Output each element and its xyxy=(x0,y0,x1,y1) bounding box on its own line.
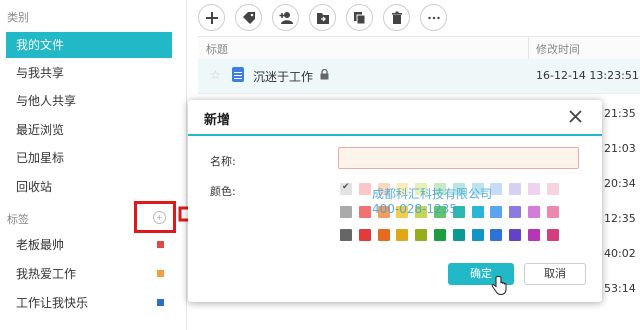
category-title: 类别 xyxy=(7,11,29,24)
watermark: 成都科汇科技有限公司 400-028-1235 xyxy=(372,187,492,217)
sidebar-item-starred[interactable]: 已加星标 xyxy=(6,145,172,171)
tag-color-swatch xyxy=(157,241,164,248)
watermark-company: 成都科汇科技有限公司 xyxy=(372,187,493,201)
color-swatch[interactable] xyxy=(452,229,465,241)
name-input[interactable] xyxy=(338,147,579,169)
header-divider xyxy=(528,37,529,59)
color-swatch[interactable] xyxy=(358,183,371,195)
modified-time: 16-12-14 13:23:51 xyxy=(536,69,639,82)
modified-time: 53:14 xyxy=(604,282,636,295)
plus-icon[interactable] xyxy=(198,4,225,31)
modified-time: 20:34 xyxy=(604,177,636,190)
color-swatch[interactable] xyxy=(509,183,522,195)
tags-title: 标签 xyxy=(7,213,29,226)
sidebar-item-recent[interactable]: 最近浏览 xyxy=(6,117,172,143)
dialog-title: 新增 xyxy=(204,113,231,128)
color-swatch[interactable] xyxy=(528,206,540,218)
tag-icon[interactable] xyxy=(235,4,262,31)
color-swatch[interactable] xyxy=(546,229,559,241)
modified-time: 21:35 xyxy=(604,107,636,120)
check-icon: ✔ xyxy=(342,182,350,192)
color-swatch[interactable] xyxy=(358,206,371,218)
tag-item[interactable]: 工作让我快乐 xyxy=(6,290,172,316)
lock-icon xyxy=(320,69,329,80)
color-swatch[interactable] xyxy=(415,229,428,241)
document-icon xyxy=(232,67,244,82)
modified-time: 12:35 xyxy=(604,212,636,225)
color-swatch[interactable] xyxy=(546,183,559,195)
color-swatch[interactable] xyxy=(509,206,522,218)
color-swatch[interactable] xyxy=(490,206,503,218)
color-swatch[interactable] xyxy=(471,229,484,241)
new-tag-dialog: 新增 名称: 颜色: ✔ 成都科汇科技有限公司 400-028-1235 确定 … xyxy=(188,100,602,302)
cancel-button[interactable]: 取消 xyxy=(524,263,586,285)
highlight-box xyxy=(134,201,176,233)
dialog-title-underline xyxy=(188,134,602,136)
more-icon[interactable] xyxy=(420,4,447,31)
color-swatch[interactable]: ✔ xyxy=(340,182,352,195)
color-swatch[interactable] xyxy=(528,183,540,195)
color-swatch[interactable] xyxy=(377,229,390,241)
color-swatch[interactable] xyxy=(490,183,503,195)
hand-cursor-icon xyxy=(491,276,507,296)
sidebar-item-shared-with-me[interactable]: 与我共享 xyxy=(6,60,172,86)
tag-color-swatch xyxy=(157,270,164,277)
watermark-phone: 400-028-1235 xyxy=(372,202,458,216)
color-swatch[interactable] xyxy=(509,229,522,241)
file-name[interactable]: 沉迷于工作 xyxy=(253,68,313,85)
tag-item[interactable]: 我热爱工作 xyxy=(6,261,172,287)
tag-color-swatch xyxy=(157,299,164,306)
star-icon[interactable]: ☆ xyxy=(210,68,221,82)
color-swatch[interactable] xyxy=(434,229,446,241)
header-modified-time[interactable]: 修改时间 xyxy=(536,41,580,57)
table-row[interactable]: ☆ 沉迷于工作 16-12-14 13:23:51 xyxy=(198,59,640,94)
list-header: 标题 修改时间 xyxy=(198,36,640,60)
tag-label: 我热爱工作 xyxy=(16,267,77,281)
modified-time: 21:03 xyxy=(604,142,636,155)
tag-label: 工作让我快乐 xyxy=(16,296,89,310)
color-swatch[interactable] xyxy=(340,206,352,218)
tag-item[interactable]: 老板最帅 xyxy=(6,232,172,258)
modified-time: 40:02 xyxy=(604,247,636,260)
color-swatch[interactable] xyxy=(528,229,540,241)
header-title[interactable]: 标题 xyxy=(206,41,228,57)
color-swatch[interactable] xyxy=(490,229,503,241)
close-icon[interactable] xyxy=(569,110,582,123)
tag-label: 老板最帅 xyxy=(16,238,65,252)
color-swatch[interactable] xyxy=(358,229,371,241)
color-swatch[interactable] xyxy=(546,206,559,218)
color-label: 颜色: xyxy=(210,185,236,198)
copy-icon[interactable] xyxy=(346,4,373,31)
add-user-icon[interactable] xyxy=(272,4,299,31)
move-to-folder-icon[interactable] xyxy=(309,4,336,31)
sidebar: 类别 我的文件 与我共享 与他人共享 最近浏览 已加星标 回收站 标签 + 老板… xyxy=(0,0,187,330)
name-label: 名称: xyxy=(210,155,236,168)
sidebar-item-recycle-bin[interactable]: 回收站 xyxy=(6,174,172,200)
color-swatch[interactable] xyxy=(396,229,409,241)
delete-icon[interactable] xyxy=(383,4,410,31)
sidebar-item-my-files[interactable]: 我的文件 xyxy=(6,32,172,58)
color-swatch[interactable] xyxy=(340,229,352,241)
sidebar-item-shared-with-others[interactable]: 与他人共享 xyxy=(6,88,172,114)
